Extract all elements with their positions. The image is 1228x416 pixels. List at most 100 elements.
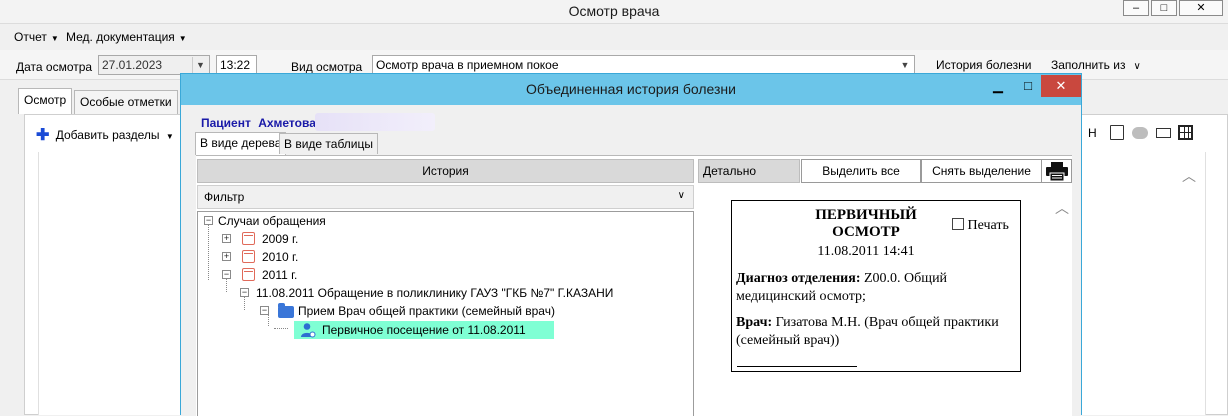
chevron-down-icon: ∨ bbox=[1133, 61, 1141, 72]
user-icon bbox=[301, 323, 316, 338]
signature-line bbox=[737, 366, 857, 367]
menu-report-label: Отчет bbox=[14, 30, 47, 44]
tab-special-marks[interactable]: Особые отметки bbox=[74, 90, 178, 114]
tree-node-root[interactable]: Случаи обращения bbox=[218, 214, 326, 228]
time-field[interactable]: 13:22 bbox=[216, 55, 257, 75]
print-checkbox-label: Печать bbox=[967, 218, 1009, 233]
tree-line bbox=[226, 278, 227, 292]
expand-icon[interactable]: + bbox=[222, 252, 231, 261]
filter-bar[interactable]: Фильтр ∨ bbox=[197, 185, 694, 209]
detail-label: Детально bbox=[698, 159, 800, 183]
exam-type-label: Вид осмотра bbox=[291, 60, 363, 74]
dialog-maximize-button[interactable]: □ bbox=[1013, 75, 1043, 97]
table-icon[interactable] bbox=[1178, 125, 1193, 140]
plus-icon: ✚ bbox=[36, 127, 50, 144]
tree-node-visit-selected[interactable]: Первичное посещение от 11.08.2011 bbox=[294, 321, 554, 339]
chevron-down-icon: ▼ bbox=[178, 34, 187, 43]
maximize-icon: □ bbox=[1024, 78, 1032, 93]
tree-line bbox=[274, 328, 288, 329]
folder-icon bbox=[278, 303, 294, 318]
tree-node-year-2011[interactable]: 2011 г. bbox=[262, 268, 297, 282]
date-field[interactable]: 27.01.2023 ▼ bbox=[98, 55, 210, 75]
document-title-line1: ПЕРВИЧНЫЙ bbox=[815, 207, 917, 223]
tree-node-case[interactable]: 11.08.2011 Обращение в поликлинику ГАУЗ … bbox=[256, 286, 613, 300]
chevron-down-icon: ▼ bbox=[165, 132, 174, 141]
dialog-close-button[interactable]: ✕ bbox=[1041, 75, 1081, 97]
exam-document: ПЕРВИЧНЫЙ ОСМОТР Печать 11.08.2011 14:41… bbox=[731, 200, 1021, 372]
document-icon[interactable] bbox=[1110, 125, 1124, 140]
right-toolbar-text: Н bbox=[1088, 126, 1097, 140]
document-title: ПЕРВИЧНЫЙ ОСМОТР bbox=[776, 207, 956, 241]
menu-med-docs-label: Мед. документация bbox=[66, 30, 175, 44]
tree-node-visit-label: Первичное посещение от 11.08.2011 bbox=[322, 323, 526, 337]
chevron-down-icon: ▼ bbox=[50, 34, 59, 43]
collapse-icon[interactable]: − bbox=[204, 216, 213, 225]
window-title: Осмотр врача bbox=[568, 3, 660, 19]
cloud-icon[interactable] bbox=[1132, 127, 1148, 139]
maximize-icon: □ bbox=[1160, 2, 1168, 14]
calendar-icon bbox=[242, 232, 255, 245]
history-button[interactable]: История болезни bbox=[936, 58, 1031, 72]
history-header: История bbox=[197, 159, 694, 183]
document-datetime: 11.08.2011 14:41 bbox=[817, 244, 915, 259]
tab-tree-view[interactable]: В виде дерева bbox=[195, 132, 287, 155]
collapse-icon[interactable]: − bbox=[240, 288, 249, 297]
chevron-down-icon: ∨ bbox=[677, 190, 685, 201]
patient-label: Пациент bbox=[201, 116, 251, 130]
exam-type-value: Осмотр врача в приемном покое bbox=[376, 58, 559, 72]
patient-name: Ахметова bbox=[258, 116, 316, 130]
filter-label: Фильтр bbox=[204, 190, 245, 204]
diagnosis-block: Диагноз отделения: Z00.0. Общий медицинс… bbox=[736, 270, 1016, 306]
exam-type-select[interactable]: Осмотр врача в приемном покое ▼ bbox=[372, 55, 915, 75]
document-title-line2: ОСМОТР bbox=[832, 224, 900, 240]
dialog-title: Объединенная история болезни bbox=[526, 81, 736, 97]
doctor-text: Гизатова М.Н. (Врач общей практики (семе… bbox=[736, 315, 999, 348]
history-tree: − Случаи обращения + 2009 г. + 2010 г. −… bbox=[197, 211, 694, 416]
printer-icon bbox=[1046, 162, 1068, 181]
expand-icon[interactable]: + bbox=[222, 234, 231, 243]
calendar-icon bbox=[242, 268, 255, 281]
add-sections-label: Добавить разделы bbox=[55, 128, 160, 142]
close-button[interactable]: ✕ bbox=[1179, 0, 1223, 16]
minimize-icon: ▁ bbox=[993, 78, 1003, 93]
tree-line bbox=[244, 296, 245, 310]
date-value: 27.01.2023 bbox=[102, 58, 163, 72]
tab-table-view[interactable]: В виде таблицы bbox=[279, 133, 378, 154]
tree-line bbox=[268, 314, 269, 326]
close-icon: ✕ bbox=[1196, 2, 1206, 14]
minimize-button[interactable]: – bbox=[1123, 0, 1149, 16]
select-all-button[interactable]: Выделить все bbox=[801, 159, 921, 183]
redacted-patient-details bbox=[315, 113, 435, 131]
close-icon: ✕ bbox=[1055, 78, 1067, 93]
fill-from-button[interactable]: Заполнить из ∨ bbox=[1051, 58, 1141, 72]
collapse-icon[interactable]: − bbox=[260, 306, 269, 315]
menu-med-docs[interactable]: Мед. документация ▼ bbox=[66, 30, 187, 44]
tab-exam[interactable]: Осмотр bbox=[18, 88, 73, 114]
doctor-block: Врач: Гизатова М.Н. (Врач общей практики… bbox=[736, 314, 1016, 350]
combined-history-dialog: Объединенная история болезни ▁ □ ✕ Пацие… bbox=[180, 73, 1082, 416]
deselect-button[interactable]: Снять выделение bbox=[921, 159, 1042, 183]
dialog-minimize-button[interactable]: ▁ bbox=[983, 75, 1013, 97]
tree-node-year-2009[interactable]: 2009 г. bbox=[262, 232, 298, 246]
menu-report[interactable]: Отчет ▼ bbox=[14, 30, 59, 44]
diagnosis-label: Диагноз отделения: bbox=[736, 271, 861, 286]
collapse-icon[interactable]: − bbox=[222, 270, 231, 279]
chevron-down-icon[interactable]: ▼ bbox=[897, 57, 913, 73]
date-dropdown-icon[interactable]: ▼ bbox=[192, 57, 208, 73]
add-sections-button[interactable]: ✚ Добавить разделы ▼ bbox=[36, 124, 174, 144]
scroll-up-icon[interactable]: ︿ bbox=[1055, 198, 1069, 218]
scroll-up-icon[interactable]: ︿ bbox=[1182, 166, 1196, 186]
maximize-button[interactable]: □ bbox=[1151, 0, 1177, 16]
tree-node-reception[interactable]: Прием Врач общей практики (семейный врач… bbox=[298, 304, 555, 318]
print-button[interactable] bbox=[1041, 159, 1072, 183]
doctor-label: Врач: bbox=[736, 315, 773, 330]
date-label: Дата осмотра bbox=[16, 60, 93, 74]
patient-info: Пациент Ахметова bbox=[201, 116, 316, 130]
tree-node-year-2010[interactable]: 2010 г. bbox=[262, 250, 298, 264]
calendar-icon bbox=[242, 250, 255, 263]
fill-from-label: Заполнить из bbox=[1051, 58, 1126, 72]
minimize-icon: – bbox=[1132, 2, 1140, 14]
print-checkbox[interactable]: Печать bbox=[952, 218, 1009, 234]
keyboard-icon[interactable] bbox=[1156, 128, 1171, 138]
tree-line bbox=[208, 224, 209, 280]
